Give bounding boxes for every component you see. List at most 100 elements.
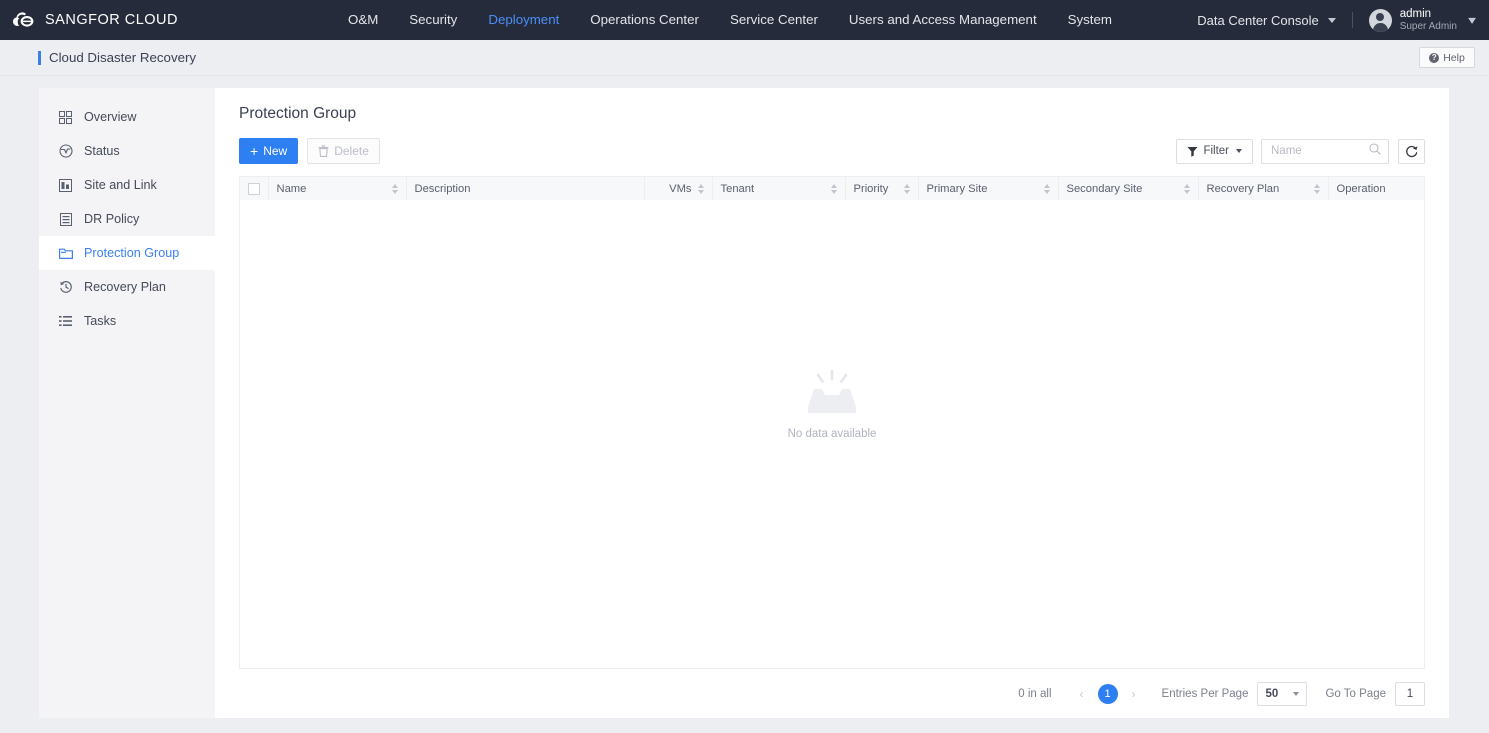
table-head: Name Description VMs Tenant Priority Pri… (240, 177, 1424, 200)
table-toolbar: + New Delete Filter Name (239, 138, 1425, 164)
user-role: Super Admin (1399, 20, 1457, 32)
sort-arrows-icon[interactable] (697, 183, 704, 194)
sidebar-item-label: Tasks (84, 314, 117, 328)
breadcrumb: Cloud Disaster Recovery (38, 50, 196, 65)
sort-arrows-icon[interactable] (391, 183, 398, 194)
column-header-operation: Operation (1328, 177, 1424, 200)
select-all-column (240, 177, 269, 200)
sidebar-item-label: Site and Link (84, 178, 157, 192)
chevron-down-icon (1293, 691, 1300, 696)
sidebar-item-recovery-plan[interactable]: Recovery Plan (39, 270, 215, 304)
sidebar-item-label: Protection Group (84, 246, 180, 260)
page-body: Overview Status Site and Link DR Policy … (0, 76, 1489, 733)
go-to-page-label: Go To Page (1325, 687, 1386, 700)
sidebar-item-label: Overview (84, 110, 137, 124)
column-header-tenant[interactable]: Tenant (712, 177, 846, 200)
sidebar-item-site-and-link[interactable]: Site and Link (39, 168, 215, 202)
help-button[interactable]: ? Help (1419, 47, 1475, 68)
next-page-button[interactable]: › (1124, 687, 1144, 701)
site-link-icon (58, 178, 73, 193)
user-chevron-down-icon: ▾ (1468, 13, 1476, 27)
brand-logo-area[interactable]: SANGFOR CLOUD (0, 10, 300, 30)
new-button[interactable]: + New (239, 138, 299, 164)
column-label: Name (276, 182, 307, 195)
sidebar-item-status[interactable]: Status (39, 134, 215, 168)
panel-title: Protection Group (239, 105, 357, 122)
protection-group-table: Name Description VMs Tenant Priority Pri… (240, 177, 1424, 200)
column-header-recovery-plan[interactable]: Recovery Plan (1198, 177, 1329, 200)
user-name: admin (1399, 7, 1432, 20)
empty-state-inner: No data available (787, 369, 877, 440)
help-question-icon: ? (1429, 52, 1440, 63)
refresh-button[interactable] (1398, 138, 1425, 164)
breadcrumb-accent-bar (38, 50, 41, 65)
sort-arrows-icon[interactable] (1313, 183, 1320, 194)
nav-item-operations-center[interactable]: Operations Center (590, 0, 699, 40)
entries-per-page-label: Entries Per Page (1161, 687, 1249, 700)
nav-item-users-and-access-management[interactable]: Users and Access Management (849, 0, 1037, 40)
page-title: Cloud Disaster Recovery (49, 50, 197, 65)
new-button-label: New (263, 144, 288, 158)
column-header-vms[interactable]: VMs (644, 177, 713, 200)
search-box[interactable] (1261, 138, 1389, 164)
entries-per-page-value: 50 (1265, 687, 1279, 700)
select-all-checkbox[interactable] (248, 182, 260, 195)
plus-icon: + (250, 143, 259, 159)
chevron-down-icon (1236, 149, 1242, 153)
empty-box-icon (800, 369, 864, 421)
nav-item-system[interactable]: System (1068, 0, 1112, 40)
column-label: VMs (669, 182, 692, 195)
nav-item-service-center[interactable]: Service Center (730, 0, 818, 40)
console-selector-label: Data Center Console (1197, 12, 1319, 28)
chevron-down-icon (1327, 17, 1336, 23)
sidebar-item-protection-group[interactable]: Protection Group (39, 236, 215, 270)
column-header-priority[interactable]: Priority (845, 177, 919, 200)
nav-item-om[interactable]: O&M (348, 0, 378, 40)
nav-item-deployment[interactable]: Deployment (488, 0, 559, 40)
page-subheader: Cloud Disaster Recovery ? Help (0, 40, 1489, 76)
folder-icon (58, 246, 73, 261)
column-header-description: Description (406, 177, 645, 200)
column-header-primary-site[interactable]: Primary Site (918, 177, 1059, 200)
delete-button-label: Delete (334, 144, 369, 158)
column-header-name[interactable]: Name (268, 177, 407, 200)
user-menu[interactable]: admin Super Admin ▾ (1368, 8, 1476, 33)
prev-page-button[interactable]: ‹ (1072, 687, 1092, 701)
go-to-page-input[interactable] (1395, 681, 1425, 706)
filter-button[interactable]: Filter (1176, 138, 1253, 164)
brand-title: SANGFOR CLOUD (45, 12, 178, 28)
sidebar-item-overview[interactable]: Overview (39, 100, 215, 134)
column-label: Priority (853, 182, 889, 195)
sort-arrows-icon[interactable] (1043, 183, 1050, 194)
history-clock-icon (58, 280, 73, 295)
total-count-label: 0 in all (1018, 687, 1052, 700)
main-content-panel: Protection Group + New Delete Filter Nam… (215, 88, 1449, 718)
console-selector[interactable]: Data Center Console (1197, 12, 1336, 28)
column-label: Operation (1336, 182, 1386, 195)
sidebar-item-dr-policy[interactable]: DR Policy (39, 202, 215, 236)
user-names: admin Super Admin (1400, 8, 1457, 33)
search-input[interactable] (1269, 144, 1369, 158)
sangfor-cloud-logo-icon (12, 10, 36, 30)
toolbar-left-group: + New Delete (239, 138, 380, 164)
column-header-secondary-site[interactable]: Secondary Site (1058, 177, 1199, 200)
empty-state-text: No data available (787, 427, 877, 440)
header-divider (1351, 12, 1353, 28)
column-label: Tenant (720, 182, 755, 195)
entries-per-page-select[interactable]: 50 (1257, 681, 1308, 706)
table-empty-state: No data available (239, 200, 1425, 668)
top-navigation-bar: SANGFOR CLOUD O&M Security Deployment Op… (0, 0, 1489, 40)
search-icon[interactable] (1369, 142, 1381, 160)
sort-arrows-icon[interactable] (903, 183, 910, 194)
sort-arrows-icon[interactable] (1183, 183, 1190, 194)
sidebar-item-label: DR Policy (84, 212, 140, 226)
delete-button[interactable]: Delete (307, 138, 380, 164)
sort-arrows-icon[interactable] (830, 183, 837, 194)
sidebar-item-label: Recovery Plan (84, 280, 166, 294)
table-header-row: Name Description VMs Tenant Priority Pri… (240, 177, 1424, 200)
page-number-1[interactable]: 1 (1097, 683, 1118, 704)
sidebar-item-tasks[interactable]: Tasks (39, 304, 215, 338)
filter-button-label: Filter (1203, 145, 1229, 157)
nav-item-security[interactable]: Security (409, 0, 457, 40)
column-label: Secondary Site (1066, 182, 1143, 195)
